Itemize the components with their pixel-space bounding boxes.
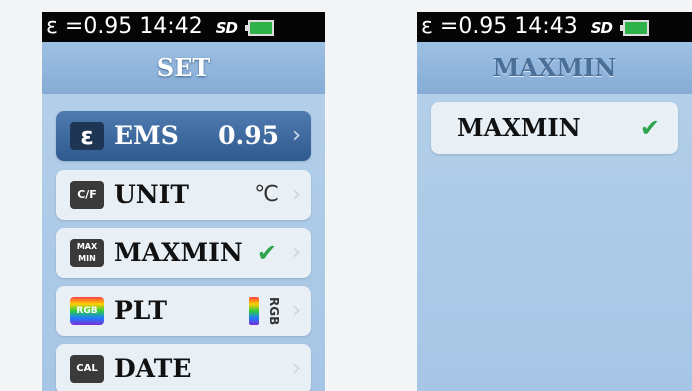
- status-bar: ε =0.95 14:43 SD: [417, 12, 692, 42]
- battery-icon: [619, 20, 649, 36]
- menu-item-label: MAXMIN: [114, 238, 243, 267]
- menu-item-maxmin[interactable]: MAX MIN MAXMIN ✔ ›: [56, 228, 311, 278]
- option-label: MAXMIN: [457, 113, 581, 142]
- sd-card-icon: SD: [215, 19, 238, 37]
- chevron-right-icon: ›: [292, 356, 301, 381]
- menu-item-label: EMS: [114, 121, 179, 150]
- page-title: SET: [42, 42, 325, 94]
- sd-card-icon: SD: [590, 19, 613, 37]
- emissivity-readout: ε =0.95: [46, 14, 133, 39]
- palette-swatch-icon: [249, 297, 259, 325]
- chevron-right-icon: ›: [292, 182, 301, 207]
- menu-item-label: DATE: [114, 354, 192, 383]
- menu-item-ems[interactable]: ε EMS 0.95 ›: [56, 111, 311, 161]
- chevron-right-icon: ›: [292, 123, 301, 148]
- palette-icon: RGB: [70, 297, 104, 325]
- emissivity-icon: ε: [70, 122, 104, 150]
- menu-item-label: UNIT: [114, 180, 189, 209]
- emissivity-readout: ε =0.95: [421, 14, 508, 39]
- menu-item-date[interactable]: CAL DATE ›: [56, 344, 311, 391]
- chevron-right-icon: ›: [292, 298, 301, 323]
- maxmin-option[interactable]: MAXMIN ✔: [431, 102, 678, 154]
- unit-value: ℃: [254, 182, 279, 207]
- maxmin-screen: ε =0.95 14:43 SD MAXMIN MAXMIN ✔: [417, 12, 692, 391]
- clock: 14:42: [139, 14, 203, 39]
- battery-icon: [244, 20, 274, 36]
- menu-item-label: PLT: [114, 296, 167, 325]
- chevron-right-icon: ›: [292, 240, 301, 265]
- menu-item-unit[interactable]: C/F UNIT ℃ ›: [56, 170, 311, 220]
- ems-value: 0.95: [218, 121, 279, 150]
- page-title: MAXMIN: [417, 42, 692, 94]
- clock: 14:43: [514, 14, 578, 39]
- status-bar: ε =0.95 14:42 SD: [42, 12, 325, 42]
- menu-item-plt[interactable]: RGB PLT RGB ›: [56, 286, 311, 336]
- maxmin-icon: MAX MIN: [70, 239, 104, 267]
- check-icon: ✔: [256, 239, 277, 267]
- unit-cf-icon: C/F: [70, 181, 104, 209]
- check-icon: ✔: [639, 114, 660, 142]
- calendar-icon: CAL: [70, 355, 104, 383]
- palette-value: RGB: [267, 297, 281, 326]
- settings-screen: ε =0.95 14:42 SD SET ε EMS 0.95 › C/F UN…: [42, 12, 325, 391]
